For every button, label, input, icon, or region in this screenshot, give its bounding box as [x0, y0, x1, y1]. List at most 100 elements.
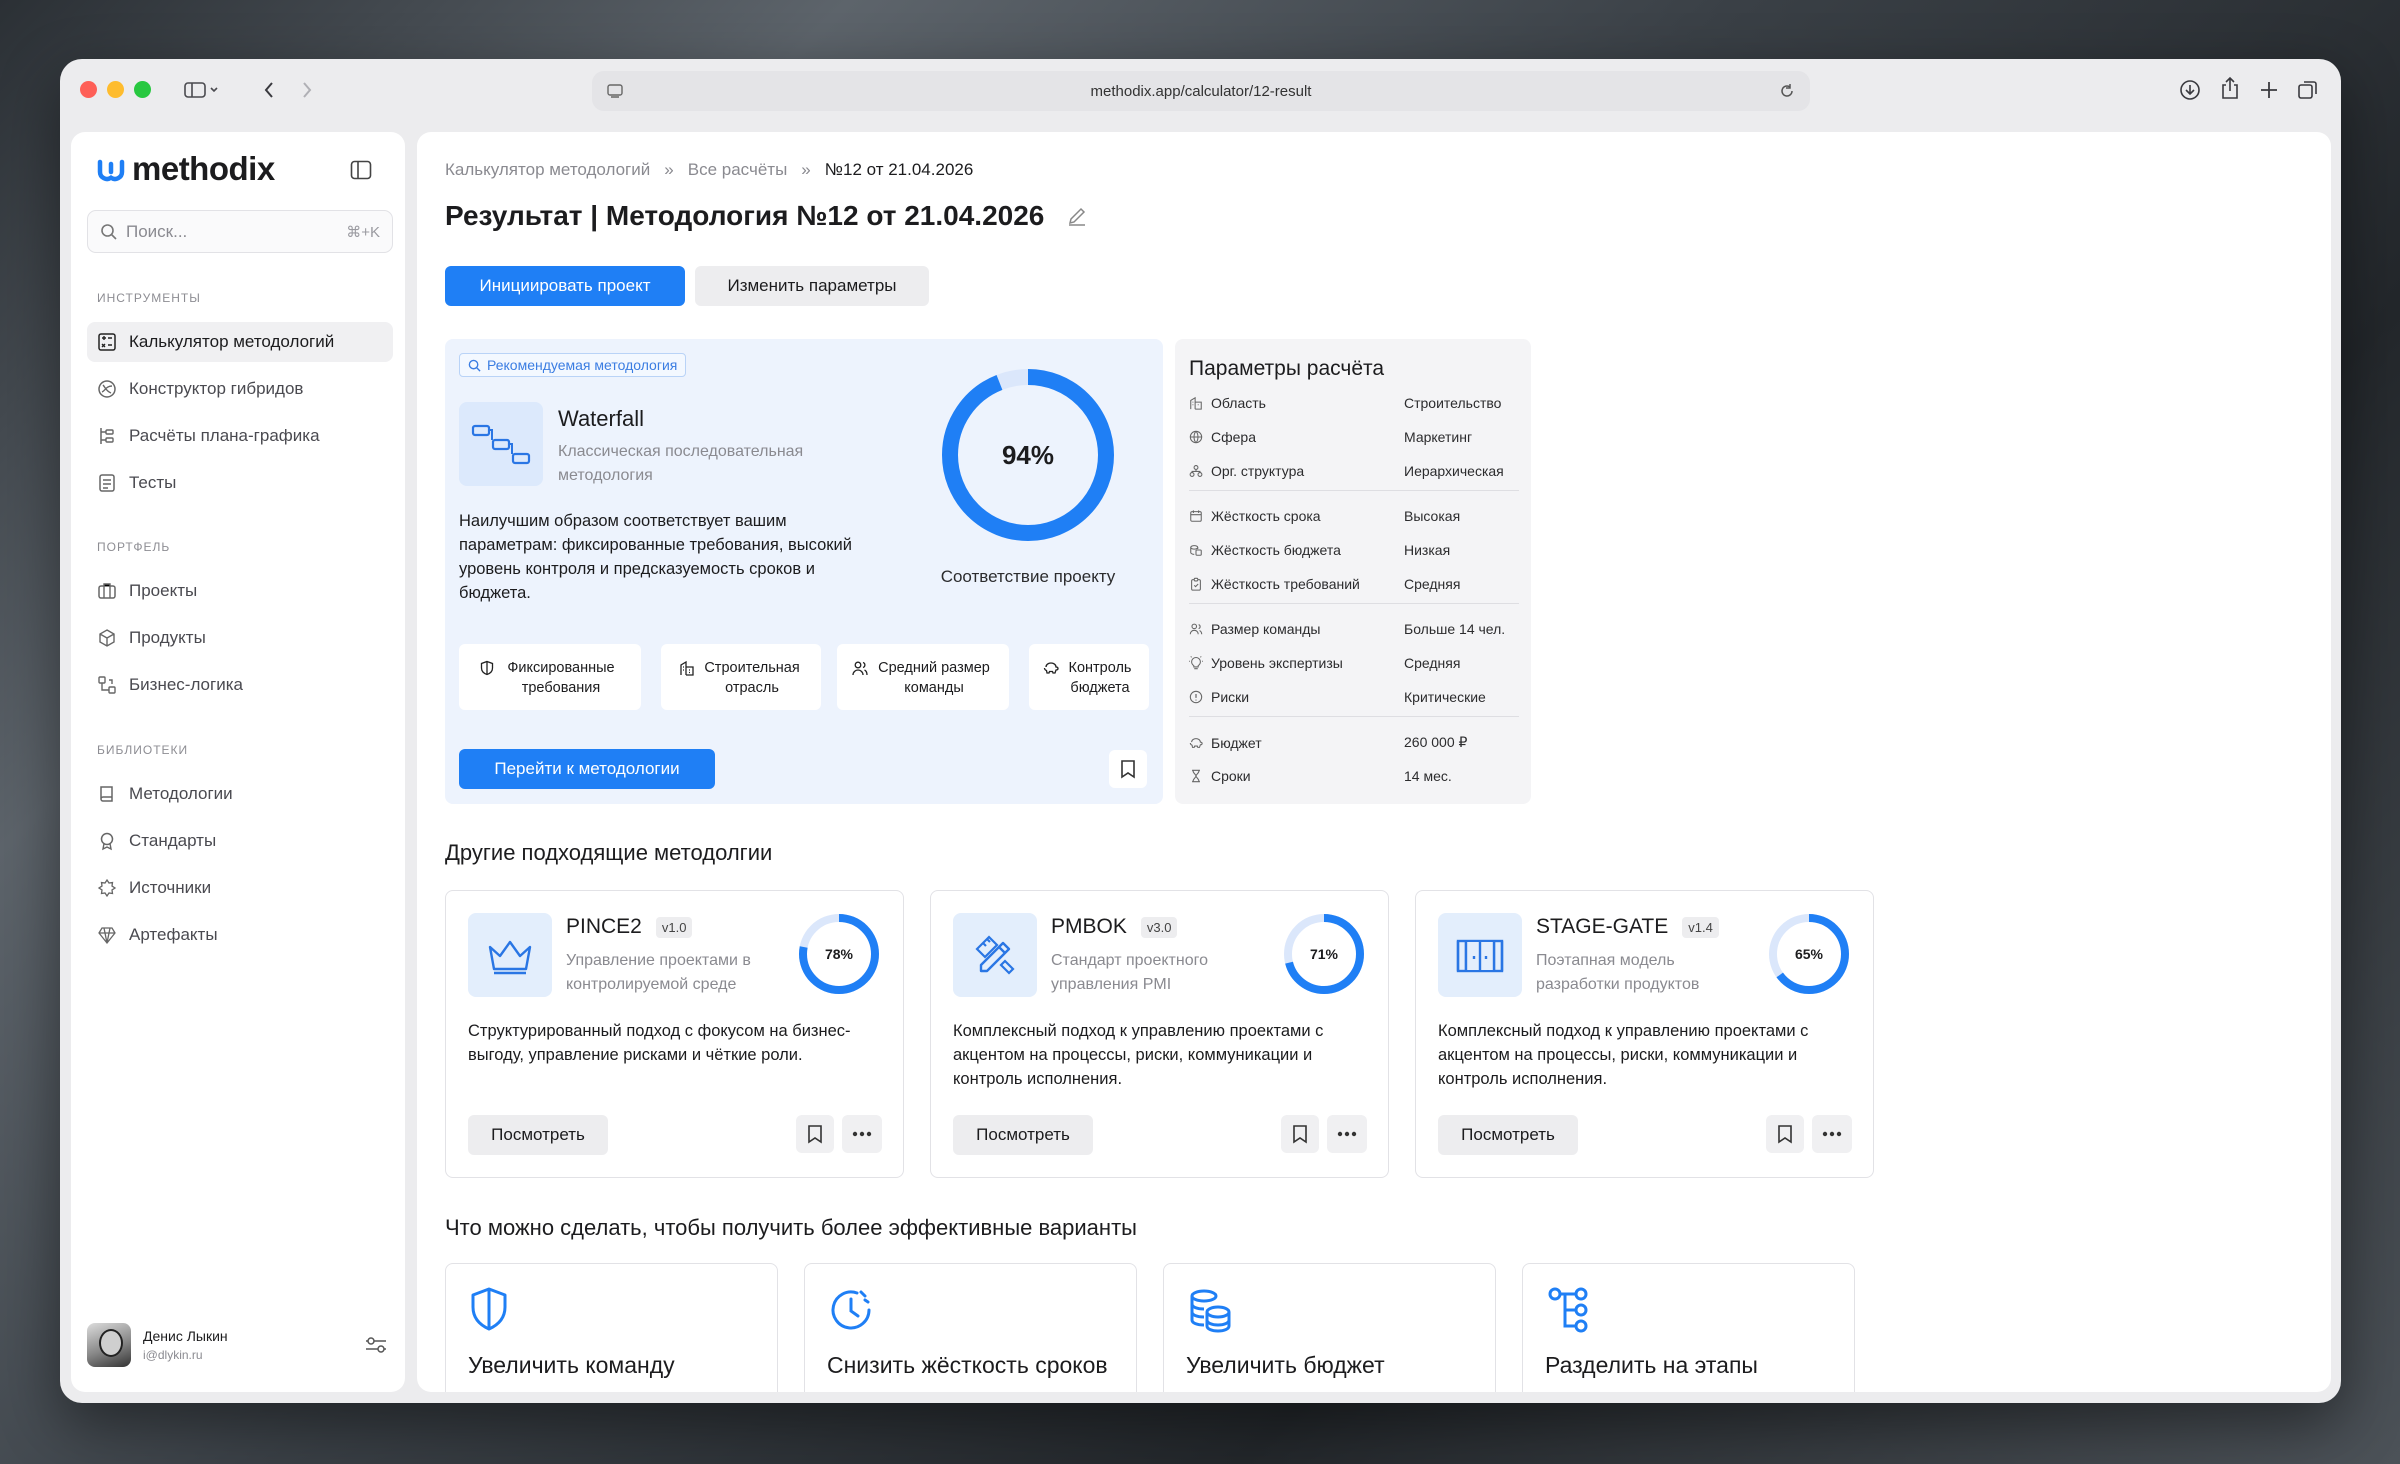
param-value: Средняя [1404, 576, 1461, 592]
crown-icon [468, 913, 552, 997]
chip-team-size: Средний размер команды [837, 644, 1009, 710]
user-profile[interactable]: Денис Лыкин i@dlykin.ru [87, 1318, 393, 1372]
action-card-increase-budget[interactable]: Увеличить бюджет [1163, 1263, 1496, 1392]
shield-icon [480, 660, 494, 676]
param-row: Область Строительство [1189, 395, 1519, 411]
sidebar-item-tests[interactable]: Тесты [87, 463, 393, 503]
avatar[interactable] [87, 1323, 131, 1367]
minimize-window-button[interactable] [107, 81, 124, 98]
edit-title-icon[interactable] [1066, 205, 1088, 227]
section-portfolio: ПОРТФЕЛЬ [97, 540, 171, 554]
goto-methodology-button[interactable]: Перейти к методологии [459, 749, 715, 789]
download-icon[interactable] [2175, 75, 2205, 105]
sidebar-item-artifacts[interactable]: Артефакты [87, 915, 393, 955]
param-row: Жёсткость бюджета Низкая [1189, 542, 1519, 558]
chip-budget-control: Контроль бюджета [1029, 644, 1149, 710]
view-button[interactable]: Посмотреть [1438, 1115, 1578, 1155]
more-options-button[interactable] [842, 1115, 882, 1153]
version-badge: v1.0 [655, 916, 693, 938]
param-key: Жёсткость требований [1211, 576, 1360, 592]
chip-construction: Строительная отрасль [661, 644, 821, 710]
param-key: Бюджет [1211, 734, 1262, 751]
action-card-split-stages[interactable]: Разделить на этапы [1522, 1263, 1855, 1392]
share-icon[interactable] [2215, 73, 2245, 103]
search-input[interactable]: Поиск... ⌘+K [87, 210, 393, 253]
close-window-button[interactable] [80, 81, 97, 98]
param-value: Высокая [1404, 508, 1461, 524]
match-ring: 71% [1284, 914, 1364, 994]
param-key: Область [1211, 395, 1266, 411]
sidebar-item-projects[interactable]: Проекты [87, 571, 393, 611]
more-options-button[interactable] [1327, 1115, 1367, 1153]
user-email: i@dlykin.ru [143, 1348, 203, 1362]
match-percent: 94% [1002, 440, 1054, 470]
gate-icon [1438, 913, 1522, 997]
page-settings-icon[interactable] [606, 83, 624, 99]
clipboard-icon [1191, 577, 1201, 591]
new-tab-icon[interactable] [2254, 75, 2284, 105]
view-button[interactable]: Посмотреть [468, 1115, 608, 1155]
breadcrumb-all-calculations[interactable]: Все расчёты [688, 160, 788, 180]
sidebar-toggle-icon[interactable] [176, 75, 228, 105]
calculation-parameters: Параметры расчёта Область Строительство Сф… [1175, 339, 1531, 804]
sidebar-item-logic[interactable]: Бизнес-логика [87, 665, 393, 705]
schedule-icon [100, 428, 114, 444]
bookmark-button[interactable] [796, 1115, 834, 1153]
user-name: Денис Лыкин [143, 1328, 228, 1344]
action-card-increase-team[interactable]: Увеличить команду [445, 1263, 778, 1392]
param-divider [1189, 716, 1519, 717]
match-caption: Соответствие проекту [940, 567, 1116, 586]
methodology-subtitle: Управление проектами в контролируемой ср… [566, 952, 751, 993]
bookmark-button[interactable] [1109, 750, 1147, 788]
forward-icon[interactable] [294, 75, 320, 105]
more-options-button[interactable] [1812, 1115, 1852, 1153]
collapse-sidebar-icon[interactable] [347, 156, 375, 184]
shield-icon [471, 1287, 507, 1331]
param-key: Орг. структура [1211, 463, 1305, 479]
param-row: Жёсткость срока Высокая [1189, 508, 1519, 524]
brand-logo[interactable]: methodix [96, 150, 275, 188]
more-icon [1822, 1131, 1842, 1137]
page-title: Результат | Методология №12 от 21.04.202… [445, 200, 1088, 232]
sidebar-item-schedule[interactable]: Расчёты плана-графика [87, 416, 393, 456]
bookmark-button[interactable] [1766, 1115, 1804, 1153]
methodology-description: Структурированный подход с фокусом на би… [468, 1022, 851, 1064]
sidebar-item-products[interactable]: Продукты [87, 618, 393, 658]
initiate-project-button[interactable]: Инициировать проект [445, 266, 685, 306]
settings-toggle-icon[interactable] [359, 1328, 393, 1362]
coins-stack-icon [1190, 1289, 1231, 1333]
team-icon [852, 661, 868, 676]
piggy-icon [1043, 662, 1059, 674]
breadcrumb-calculator[interactable]: Калькулятор методологий [445, 160, 650, 180]
sidebar-item-calculator[interactable]: Калькулятор методологий [87, 322, 393, 362]
address-bar[interactable]: methodix.app/calculator/12-result [592, 71, 1810, 111]
award-icon [100, 832, 114, 851]
methodix-logo-icon [97, 159, 125, 182]
match-percent: 71% [1310, 946, 1339, 962]
zoom-window-button[interactable] [134, 81, 151, 98]
param-value: Больше 14 чел. [1404, 621, 1506, 637]
sidebar-item-hybrid[interactable]: Конструктор гибридов [87, 369, 393, 409]
param-value: Критические [1404, 689, 1486, 705]
other-methodologies-heading: Другие подходящие методолгии [445, 840, 773, 865]
view-button[interactable]: Посмотреть [953, 1115, 1093, 1155]
param-key: Риски [1211, 689, 1250, 705]
param-value: Средняя [1404, 655, 1461, 671]
url-text: methodix.app/calculator/12-result [1090, 82, 1312, 100]
methodology-card: STAGE-GATE v1.4 Поэтапная модель разработ… [1415, 890, 1874, 1178]
param-key: Размер команды [1211, 621, 1321, 637]
methodology-description: Комплексный подход к управлению проектам… [953, 1022, 1324, 1088]
action-card-reduce-deadline-rigidity[interactable]: Снизить жёсткость сроков [804, 1263, 1137, 1392]
bookmark-button[interactable] [1281, 1115, 1319, 1153]
back-icon[interactable] [256, 75, 282, 105]
tab-overview-icon[interactable] [2293, 75, 2323, 105]
clock-icon [831, 1290, 871, 1330]
sidebar-item-standards[interactable]: Стандарты [87, 821, 393, 861]
reload-icon[interactable] [1778, 82, 1796, 100]
sidebar-item-sources[interactable]: Источники [87, 868, 393, 908]
methodology-card: PINCE2 v1.0 Управление проектами в контро… [445, 890, 904, 1178]
change-parameters-button[interactable]: Изменить параметры [695, 266, 929, 306]
param-row: Сфера Маркетинг [1189, 429, 1519, 445]
param-key: Сфера [1211, 429, 1256, 445]
sidebar-item-methodologies[interactable]: Методологии [87, 774, 393, 814]
